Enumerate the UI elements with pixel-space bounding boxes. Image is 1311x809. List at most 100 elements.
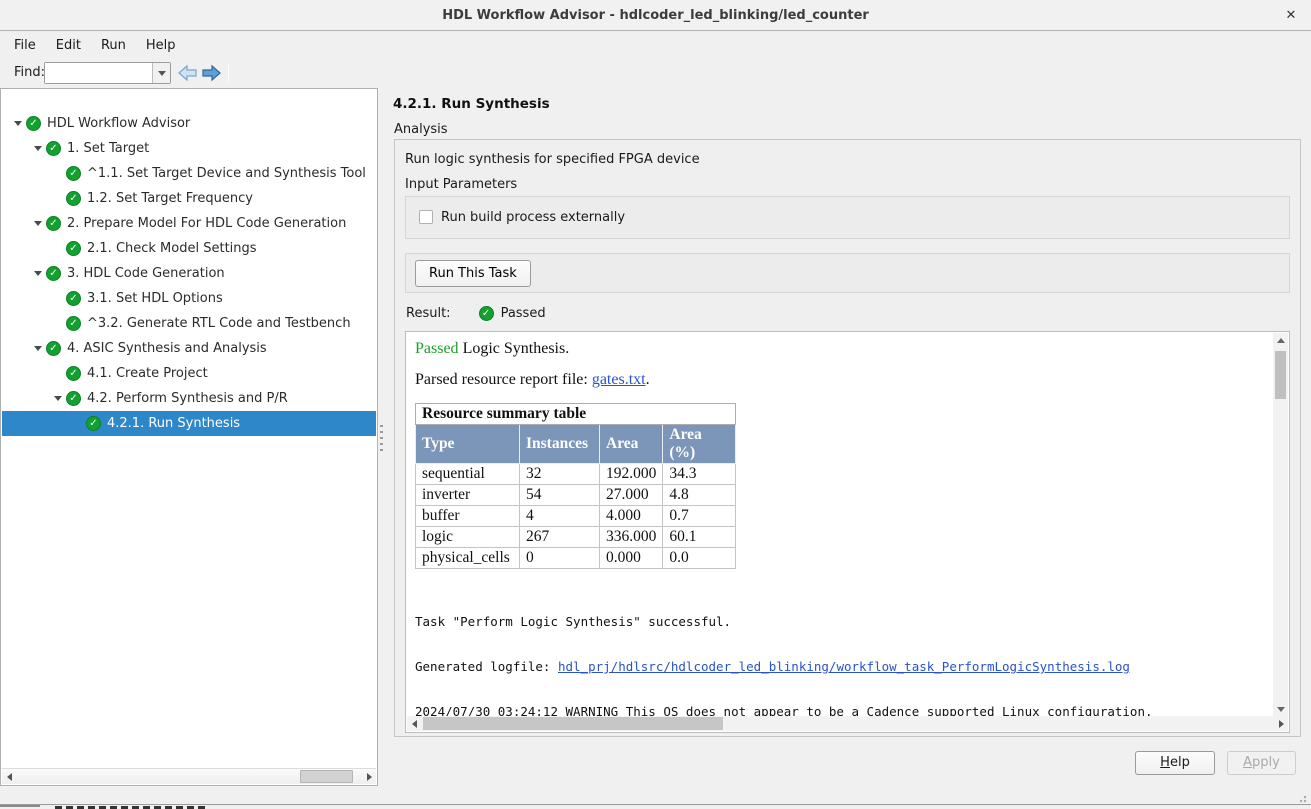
table-caption: Resource summary table [416,404,736,425]
task-passed-icon: ✓ [66,366,81,381]
tree-item[interactable]: ✓ 4.2.1. Run Synthesis [2,411,376,436]
find-dropdown-button[interactable] [152,63,170,83]
tree-item-label: 2.1. Check Model Settings [87,241,257,256]
task-passed-icon: ✓ [86,416,101,431]
tree-item[interactable]: ✓4. ASIC Synthesis and Analysis [2,336,376,361]
task-passed-icon: ✓ [46,266,61,281]
tree-item[interactable]: ✓HDL Workflow Advisor [2,111,376,136]
result-status: Passed [501,306,546,321]
report-vertical-scrollbar[interactable] [1273,333,1288,716]
expander-icon[interactable] [30,146,46,151]
tree-item[interactable]: ✓ 4.1. Create Project [2,361,376,386]
table-cell: 4.000 [600,506,663,527]
expander-icon[interactable] [30,346,46,351]
table-cell: 336.000 [600,527,663,548]
run-externally-label: Run build process externally [441,210,625,225]
table-cell: sequential [416,464,520,485]
menu-file[interactable]: File [12,36,38,55]
table-cell: buffer [416,506,520,527]
tree-hscroll-thumb[interactable] [300,770,353,783]
expander-icon[interactable] [30,271,46,276]
result-report-area: Passed Logic Synthesis. Parsed resource … [405,331,1290,733]
menu-bar: File Edit Run Help [0,32,1311,58]
logfile-prefix: Generated logfile: [415,659,558,674]
analysis-section-label: Analysis [394,122,448,137]
apply-button[interactable]: Apply [1227,751,1296,775]
run-externally-checkbox[interactable] [419,210,433,224]
tree-item[interactable]: ✓ 4.2. Perform Synthesis and P/R [2,386,376,411]
task-passed-icon: ✓ [66,241,81,256]
task-passed-icon: ✓ [66,291,81,306]
task-passed-icon: ✓ [66,391,81,406]
tree-item[interactable]: ✓ ^1.1. Set Target Device and Synthesis T… [2,161,376,186]
table-cell: 0.0 [663,548,736,569]
menu-edit[interactable]: Edit [54,36,83,55]
parsed-suffix: . [646,371,650,388]
expander-icon[interactable] [30,221,46,226]
table-row: sequential32192.00034.3 [416,464,736,485]
tree-item-label: ^3.2. Generate RTL Code and Testbench [87,316,351,331]
tree-item-label: ^1.1. Set Target Device and Synthesis To… [87,166,366,181]
tree-item[interactable]: ✓^3.2. Generate RTL Code and Testbench [2,311,376,336]
help-button-label: Help [1136,752,1214,774]
expander-icon[interactable] [10,121,26,126]
report-content: Passed Logic Synthesis. Parsed resource … [406,332,1274,717]
tree-horizontal-scrollbar[interactable] [2,768,376,784]
chevron-down-icon [158,71,166,76]
scroll-left-icon[interactable] [2,769,16,784]
resize-grip[interactable] [1297,793,1307,803]
report-vscroll-thumb[interactable] [1275,351,1286,399]
tree-item-label: 2. Prepare Model For HDL Code Generation [67,216,346,231]
scroll-down-icon[interactable] [1273,702,1288,716]
window-bottom-edge [0,804,1311,805]
logfile-link[interactable]: hdl_prj/hdlsrc/hdlcoder_led_blinking/wor… [558,659,1130,674]
find-next-button[interactable] [200,63,222,83]
menu-help[interactable]: Help [144,36,178,55]
find-previous-button[interactable] [177,63,199,83]
workflow-tree-panel: ✓HDL Workflow Advisor✓1. Set Target✓^1.1… [0,88,378,786]
scroll-up-icon[interactable] [1273,333,1288,347]
task-passed-icon: ✓ [66,166,81,181]
tree-item[interactable]: ✓ 3.1. Set HDL Options [2,286,376,311]
scroll-right-icon[interactable] [362,769,376,784]
find-toolbar: Find: [0,58,1311,88]
report-hscroll-thumb[interactable] [423,717,723,730]
find-input[interactable] [45,63,152,83]
expander-icon[interactable] [50,396,66,401]
tree-item[interactable]: ✓ 2.1. Check Model Settings [2,236,376,261]
tree-item[interactable]: ✓1. Set Target [2,136,376,161]
scroll-right-icon[interactable] [1274,716,1288,731]
help-button[interactable]: Help [1135,751,1215,775]
gates-txt-link[interactable]: gates.txt [592,371,646,388]
tree-item-label: 4.2. Perform Synthesis and P/R [87,391,288,406]
tree-item[interactable]: ✓ 3. HDL Code Generation [2,261,376,286]
report-horizontal-scrollbar[interactable] [407,716,1288,731]
tree-item[interactable]: ✓2. Prepare Model For HDL Code Generatio… [2,211,376,236]
passed-rest: Logic Synthesis. [459,340,570,357]
workflow-tree: ✓HDL Workflow Advisor✓1. Set Target✓^1.1… [2,111,376,436]
tree-item-label: 4.2.1. Run Synthesis [107,416,240,431]
tree-item-label: 3. HDL Code Generation [67,266,225,281]
title-bar: HDL Workflow Advisor - hdlcoder_led_blin… [0,0,1311,31]
table-row: buffer44.0000.7 [416,506,736,527]
table-cell: 34.3 [663,464,736,485]
tree-item-label: 3.1. Set HDL Options [87,291,223,306]
tree-item-label: 1. Set Target [67,141,149,156]
task-passed-icon: ✓ [26,116,41,131]
log-logfile-line: Generated logfile: hdl_prj/hdlsrc/hdlcod… [415,659,1274,674]
tree-item[interactable]: ✓1.2. Set Target Frequency [2,186,376,211]
table-row: physical_cells00.0000.0 [416,548,736,569]
table-cell: inverter [416,485,520,506]
menu-run[interactable]: Run [99,36,128,55]
table-header-cell: Area [600,425,663,464]
find-combobox [44,62,171,84]
close-icon[interactable]: ✕ [1282,7,1300,25]
log-line: Task "Perform Logic Synthesis" successfu… [415,614,1274,629]
run-this-task-button[interactable]: Run This Task [415,260,531,287]
panel-splitter-handle[interactable] [380,425,383,451]
result-passed-icon: ✓ [479,306,494,321]
arrow-left-icon [179,66,196,80]
tree-item-label: 4.1. Create Project [87,366,208,381]
window-bottom-segment [0,805,40,807]
scroll-left-icon[interactable] [407,716,421,731]
